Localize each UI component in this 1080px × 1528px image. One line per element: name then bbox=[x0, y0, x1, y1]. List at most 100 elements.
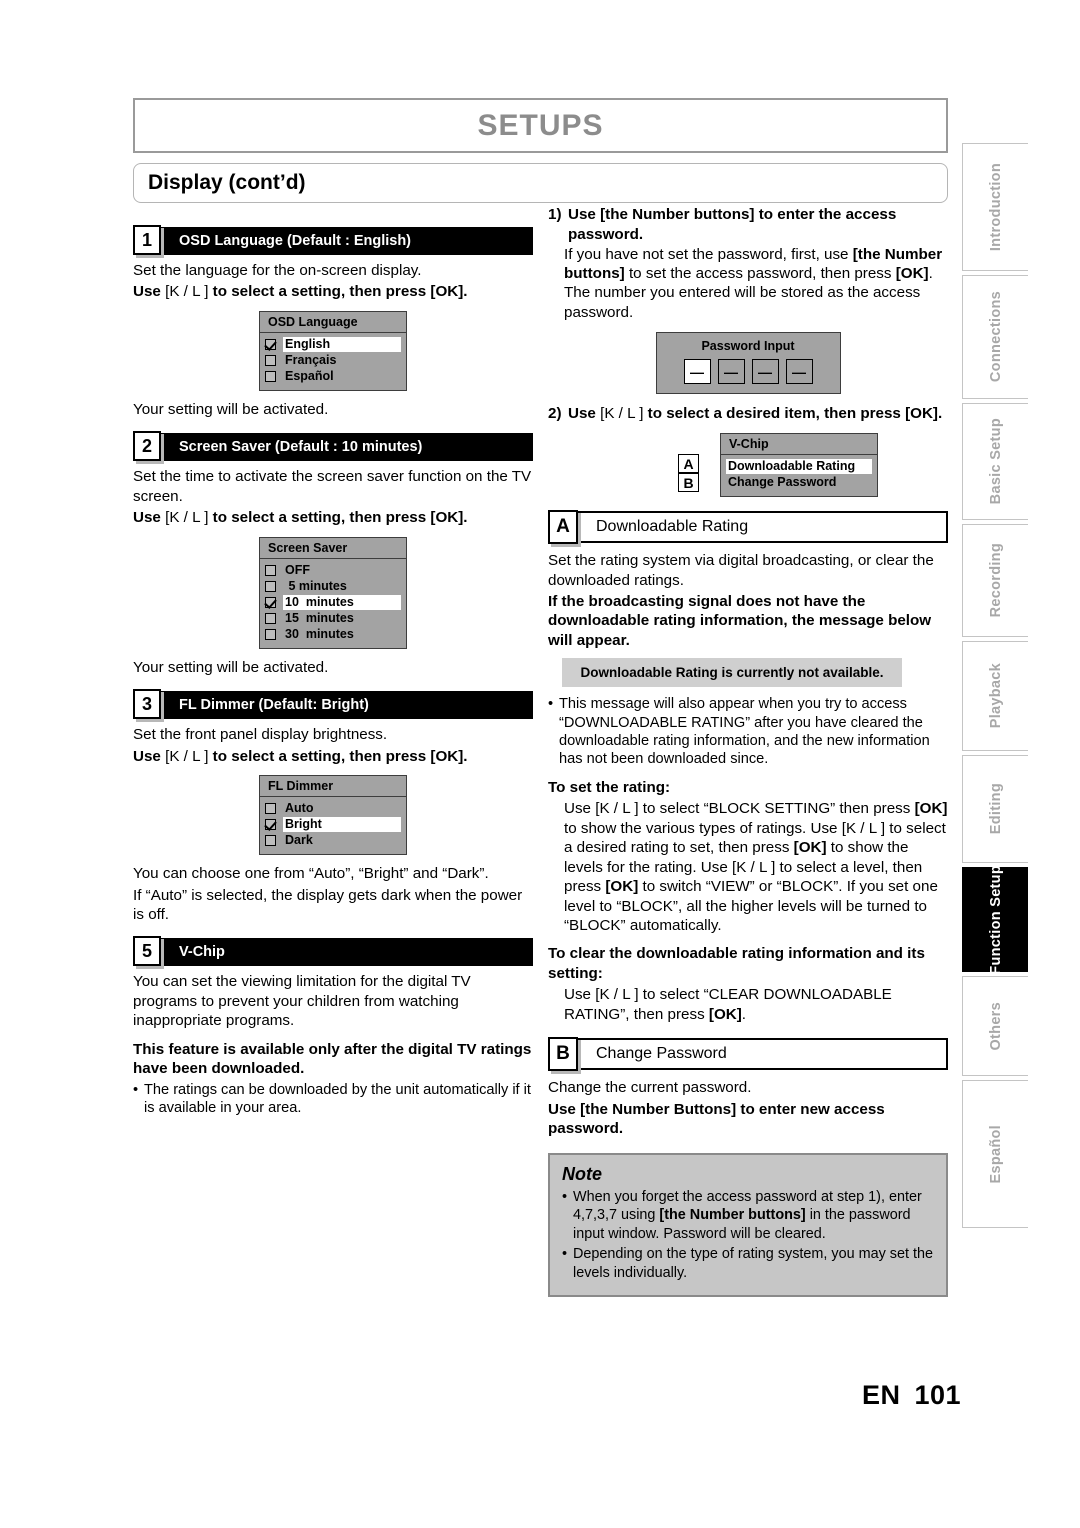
tab-editing[interactable]: Editing bbox=[962, 755, 1028, 863]
right-step-1-title: 1) Use [the Number buttons] to enter the … bbox=[548, 205, 948, 245]
osd-row-espanol[interactable]: Español bbox=[265, 369, 401, 384]
step-5-bold-note: This feature is available only after the… bbox=[133, 1040, 532, 1078]
password-digit-2[interactable]: — bbox=[717, 359, 745, 385]
section-a-description: Set the rating system via digital broadc… bbox=[548, 552, 934, 589]
set-rating-heading: To set the rating: bbox=[548, 778, 671, 796]
vchip-letter-markers: A B bbox=[678, 454, 699, 493]
osd-vchip-wrapper: A B V-Chip Downloadable Rating Change Pa… bbox=[618, 433, 878, 498]
tab-playback[interactable]: Playback bbox=[962, 641, 1028, 751]
osd-vchip-title: V-Chip bbox=[721, 434, 877, 456]
arrow-keys-icon: [K / L ] bbox=[165, 283, 209, 301]
osd-row-auto[interactable]: Auto bbox=[265, 801, 401, 816]
manual-page: SETUPS Display (cont’d) OSD Language (De… bbox=[0, 0, 1080, 1528]
tab-recording[interactable]: Recording bbox=[962, 524, 1028, 637]
step-5-description: You can set the viewing limitation for t… bbox=[133, 973, 471, 1030]
body-part: Use bbox=[564, 800, 596, 818]
tab-basic-setup[interactable]: Basic Setup bbox=[962, 403, 1028, 520]
step-5-title: V-Chip bbox=[179, 944, 225, 961]
osd-screensaver-rows: OFF 5 minutes 10 minutes 15 minutes 30 m bbox=[260, 559, 406, 648]
osd-language-title: OSD Language bbox=[260, 312, 406, 333]
step-2-header: Screen Saver (Default : 10 minutes) 2 bbox=[133, 431, 533, 462]
instr-post: to select a setting, then press [OK]. bbox=[208, 747, 468, 765]
osd-row-15-minutes[interactable]: 15 minutes bbox=[265, 611, 401, 626]
password-digit-boxes: — — — — bbox=[657, 359, 840, 385]
osd-row-dark[interactable]: Dark bbox=[265, 833, 401, 848]
step-2-description: Set the time to activate the screen save… bbox=[133, 468, 532, 505]
section-a-header: Downloadable Rating A bbox=[548, 510, 948, 545]
password-digit-1[interactable]: — bbox=[683, 359, 711, 385]
checkbox-icon bbox=[265, 612, 276, 624]
section-title: Display (cont’d) bbox=[148, 171, 306, 194]
step-1-after: Your setting will be activated. bbox=[133, 400, 329, 418]
step-3-instruction: Use [K / L ] to select a setting, then p… bbox=[133, 747, 533, 766]
step-3-badge: 3 bbox=[133, 689, 161, 720]
step-1-instruction: Use [K / L ] to select a setting, then p… bbox=[133, 282, 533, 301]
instr-pre: Use bbox=[568, 405, 601, 423]
tab-connections[interactable]: Connections bbox=[962, 275, 1028, 399]
step-2-bar: Screen Saver (Default : 10 minutes) bbox=[161, 433, 533, 462]
step-1-header: OSD Language (Default : English) 1 bbox=[133, 225, 533, 255]
arrow-keys-icon: [K / L ] bbox=[165, 509, 209, 527]
section-a-bullet: This message will also appear when you t… bbox=[548, 695, 948, 769]
osd-row-label: 15 minutes bbox=[285, 610, 354, 625]
checkbox-icon bbox=[265, 354, 276, 366]
body-part: If you have not set the password, first,… bbox=[564, 245, 853, 263]
osd-vchip-menu: V-Chip Downloadable Rating Change Passwo… bbox=[720, 433, 878, 498]
right-step-1-body: If you have not set the password, first,… bbox=[548, 245, 948, 323]
note-bullet-1: When you forget the access password at s… bbox=[562, 1188, 934, 1244]
osd-row-label: Bright bbox=[283, 817, 401, 833]
osd-row-label: 10 minutes bbox=[283, 594, 401, 610]
step-3-after-1: You can choose one from “Auto”, “Bright”… bbox=[133, 865, 489, 883]
tab-label: Connections bbox=[987, 291, 1004, 383]
tab-label: Editing bbox=[987, 783, 1004, 835]
osd-fldimmer-title: FL Dimmer bbox=[260, 776, 406, 798]
step-3-description: Set the front panel display brightness. bbox=[133, 726, 388, 744]
tab-function-setup[interactable]: Function Setup bbox=[962, 864, 1028, 975]
step-3-header: FL Dimmer (Default: Bright) 3 bbox=[133, 689, 533, 720]
step-2-title: Screen Saver (Default : 10 minutes) bbox=[179, 439, 423, 456]
checkbox-icon bbox=[265, 564, 276, 576]
osd-row-francais[interactable]: Français bbox=[265, 353, 401, 368]
arrow-keys-icon: [K / L ] bbox=[165, 747, 209, 765]
tab-espanol[interactable]: Español bbox=[962, 1080, 1028, 1228]
tab-others[interactable]: Others bbox=[962, 976, 1028, 1076]
checkbox-icon bbox=[265, 580, 276, 592]
page-title: SETUPS bbox=[477, 108, 604, 142]
body-part: to set the access password, then press bbox=[624, 264, 896, 282]
step-1-description: Set the language for the on-screen displ… bbox=[133, 262, 422, 279]
osd-row-30-minutes[interactable]: 30 minutes bbox=[265, 627, 401, 642]
tab-introduction[interactable]: Introduction bbox=[962, 143, 1028, 271]
tab-label: Introduction bbox=[987, 162, 1004, 252]
right-column: 1) Use [the Number buttons] to enter the … bbox=[548, 205, 948, 1298]
number-buttons-ref: [the Number buttons] bbox=[659, 1207, 806, 1224]
step-2-after: Your setting will be activated. bbox=[133, 658, 329, 676]
checkbox-icon bbox=[265, 628, 276, 640]
osd-row-bright[interactable]: Bright bbox=[265, 817, 401, 833]
password-digit-3[interactable]: — bbox=[751, 359, 779, 385]
step-5-bar: V-Chip bbox=[161, 938, 533, 967]
osd-row-downloadable-rating[interactable]: Downloadable Rating bbox=[726, 459, 872, 475]
tab-label: Playback bbox=[987, 663, 1004, 729]
osd-row-off[interactable]: OFF bbox=[265, 563, 401, 578]
section-b-badge: B bbox=[548, 1037, 578, 1072]
instr-post: to select a setting, then press [OK]. bbox=[208, 509, 468, 527]
arrow-keys-icon: [K / L ] bbox=[841, 819, 886, 837]
osd-row-10-minutes[interactable]: 10 minutes bbox=[265, 594, 401, 610]
note-title: Note bbox=[562, 1163, 602, 1184]
osd-vchip-rows: Downloadable Rating Change Password bbox=[721, 455, 877, 496]
osd-row-5-minutes[interactable]: 5 minutes bbox=[265, 579, 401, 594]
body-part: . bbox=[741, 1005, 747, 1023]
osd-row-change-password[interactable]: Change Password bbox=[726, 475, 872, 490]
right-step-2-marker: 2) bbox=[548, 405, 562, 423]
step-2-badge: 2 bbox=[133, 431, 161, 462]
ok-button-ref: [OK] bbox=[895, 264, 929, 282]
tab-label: Function Setup bbox=[987, 864, 1004, 975]
note-box: Note When you forget the access password… bbox=[548, 1152, 948, 1298]
step-3-after-2: If “Auto” is selected, the display gets … bbox=[133, 886, 523, 923]
ok-button-ref: [OK] bbox=[605, 878, 639, 896]
osd-row-english[interactable]: English bbox=[265, 336, 401, 352]
password-digit-4[interactable]: — bbox=[785, 359, 813, 385]
step-2-instruction: Use [K / L ] to select a setting, then p… bbox=[133, 508, 533, 527]
note-bullet-2: Depending on the type of rating system, … bbox=[562, 1245, 934, 1282]
arrow-keys-icon: [K / L ] bbox=[595, 800, 639, 818]
